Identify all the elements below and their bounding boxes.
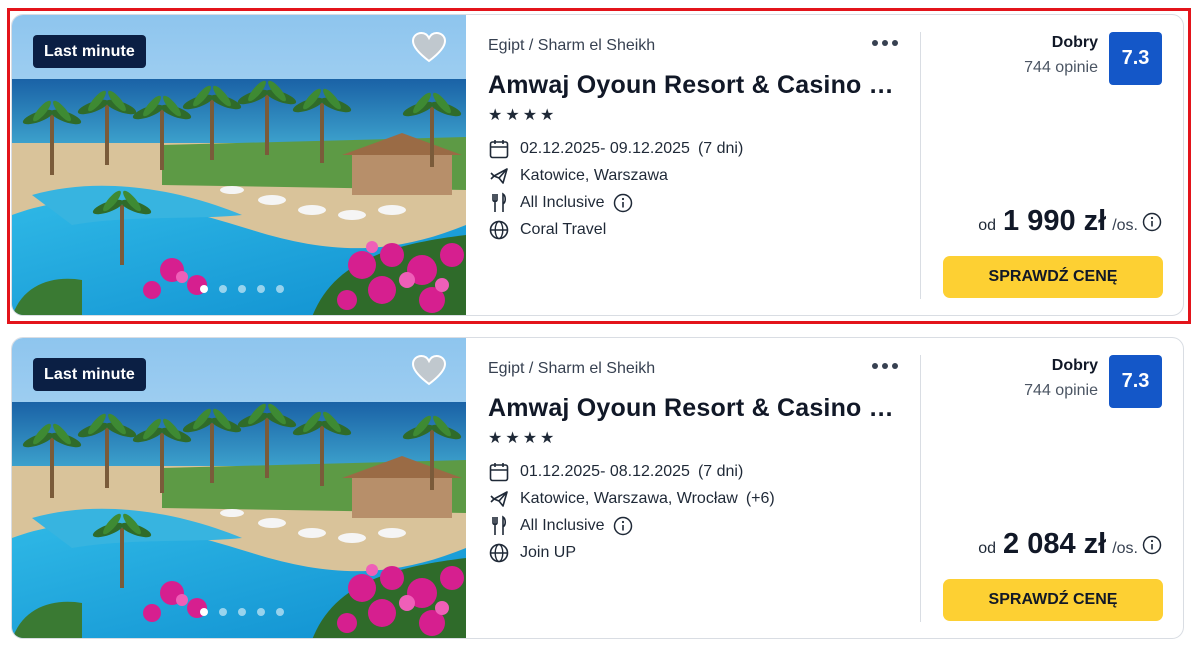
heart-icon[interactable] — [412, 355, 446, 387]
globe-icon — [489, 543, 509, 562]
photo-dot[interactable] — [257, 285, 265, 293]
offer-dates: 01.12.2025- 08.12.2025 — [520, 462, 690, 480]
offer-details: 02.12.2025- 09.12.2025 (7 dni) Katowice,… — [488, 135, 743, 243]
rating-score: 7.3 — [1109, 355, 1162, 408]
offer-info: Egipt / Sharm el Sheikh Amwaj Oyoun Reso… — [488, 15, 928, 315]
rating-count[interactable]: 744 opinie — [1024, 57, 1098, 79]
offer-departures-extra[interactable]: (+6) — [746, 490, 775, 508]
photo-dot[interactable] — [238, 285, 246, 293]
offer-operator: Join UP — [520, 543, 577, 561]
operator-row: Join UP — [488, 539, 775, 566]
operator-row: Coral Travel — [488, 216, 743, 243]
info-icon[interactable] — [613, 516, 633, 536]
photo-dot[interactable] — [276, 285, 284, 293]
check-price-button[interactable]: SPRAWDŹ CENĘ — [943, 256, 1163, 298]
last-minute-badge: Last minute — [33, 35, 146, 68]
star-icon: ★ — [540, 107, 555, 124]
price-unit: /os. — [1112, 540, 1138, 557]
cutlery-icon — [492, 515, 507, 535]
price-value: 2 084 zł — [1003, 528, 1107, 560]
dates-row: 01.12.2025- 08.12.2025 (7 dni) — [488, 458, 775, 485]
globe-icon — [489, 220, 509, 239]
price-row: od 2 084 zł /os. — [978, 528, 1162, 561]
offer-duration: (7 dni) — [697, 139, 744, 157]
cutlery-icon — [492, 192, 507, 212]
card-divider — [920, 32, 921, 299]
offer-location[interactable]: Egipt / Sharm el Sheikh — [488, 360, 655, 378]
star-icon: ★ — [540, 430, 555, 447]
star-icon: ★ — [505, 107, 520, 124]
info-icon[interactable] — [1142, 212, 1162, 232]
calendar-icon — [489, 462, 509, 481]
board-row: All Inclusive — [488, 512, 775, 539]
star-icon: ★ — [488, 107, 503, 124]
plane-icon — [490, 490, 508, 507]
more-options-icon[interactable] — [870, 356, 900, 376]
rating-score: 7.3 — [1109, 32, 1162, 85]
last-minute-badge: Last minute — [33, 358, 146, 391]
photo-dot[interactable] — [219, 285, 227, 293]
rating-label: Dobry — [1051, 357, 1098, 374]
card-divider — [920, 355, 921, 622]
rating-label: Dobry — [1051, 34, 1098, 51]
info-icon[interactable] — [613, 193, 633, 213]
hotel-stars: ★ ★ ★ ★ — [488, 431, 554, 447]
photo-dot[interactable] — [238, 608, 246, 616]
offer-departures: Katowice, Warszawa — [520, 166, 668, 184]
offer-card[interactable]: Last minute Egipt / Sharm el Sheikh Amwa… — [11, 14, 1184, 316]
info-icon[interactable] — [1142, 535, 1162, 555]
hotel-photo[interactable]: Last minute — [12, 338, 466, 639]
photo-dot[interactable] — [276, 608, 284, 616]
rating-count[interactable]: 744 opinie — [1024, 380, 1098, 402]
offer-departures: Katowice, Warszawa, Wrocław — [520, 489, 738, 507]
hotel-stars: ★ ★ ★ ★ — [488, 108, 554, 124]
photo-pagination — [200, 285, 284, 293]
price-row: od 1 990 zł /os. — [978, 205, 1162, 238]
offer-operator: Coral Travel — [520, 220, 607, 238]
price-from: od — [978, 217, 997, 234]
photo-pagination — [200, 608, 284, 616]
offer-board: All Inclusive — [520, 516, 605, 534]
offer-board: All Inclusive — [520, 193, 605, 211]
dates-row: 02.12.2025- 09.12.2025 (7 dni) — [488, 135, 743, 162]
offer-card[interactable]: Last minute Egipt / Sharm el Sheikh Amwa… — [11, 337, 1184, 639]
board-row: All Inclusive — [488, 189, 743, 216]
offer-details: 01.12.2025- 08.12.2025 (7 dni) Katowice,… — [488, 458, 775, 566]
star-icon: ★ — [488, 430, 503, 447]
star-icon: ★ — [522, 430, 538, 447]
photo-dot[interactable] — [257, 608, 265, 616]
price-from: od — [978, 540, 997, 557]
rating-block[interactable]: Dobry 744 opinie 7.3 — [1024, 355, 1162, 408]
photo-dot[interactable] — [219, 608, 227, 616]
hotel-name[interactable]: Amwaj Oyoun Resort & Casino (… — [488, 394, 898, 423]
offer-location[interactable]: Egipt / Sharm el Sheikh — [488, 37, 655, 55]
offer-dates: 02.12.2025- 09.12.2025 — [520, 139, 690, 157]
departures-row: Katowice, Warszawa — [488, 162, 743, 189]
more-options-icon[interactable] — [870, 33, 900, 53]
plane-icon — [490, 167, 508, 184]
hotel-name[interactable]: Amwaj Oyoun Resort & Casino (… — [488, 71, 898, 100]
star-icon: ★ — [505, 430, 520, 447]
offer-duration: (7 dni) — [697, 462, 744, 480]
photo-dot[interactable] — [200, 608, 208, 616]
heart-icon[interactable] — [412, 32, 446, 64]
hotel-photo[interactable]: Last minute — [12, 15, 466, 316]
offer-info: Egipt / Sharm el Sheikh Amwaj Oyoun Reso… — [488, 338, 928, 638]
calendar-icon — [489, 139, 509, 158]
price-unit: /os. — [1112, 217, 1138, 234]
star-icon: ★ — [522, 107, 538, 124]
departures-row: Katowice, Warszawa, Wrocław (+6) — [488, 485, 775, 512]
photo-dot[interactable] — [200, 285, 208, 293]
price-value: 1 990 zł — [1003, 205, 1107, 237]
check-price-button[interactable]: SPRAWDŹ CENĘ — [943, 579, 1163, 621]
rating-block[interactable]: Dobry 744 opinie 7.3 — [1024, 32, 1162, 85]
